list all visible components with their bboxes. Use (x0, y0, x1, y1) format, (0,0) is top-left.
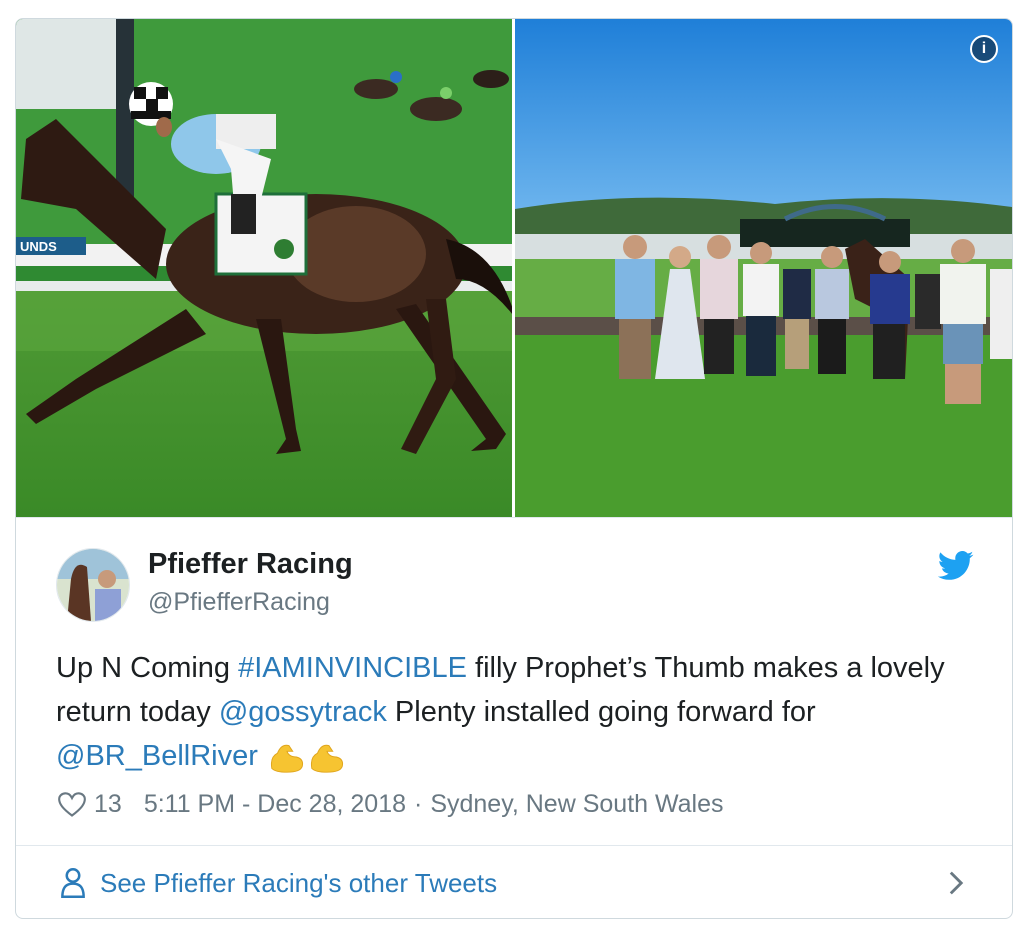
tweet-timestamp[interactable]: 5:11 PM - Dec 28, 2018 (144, 790, 406, 819)
tweet-media[interactable]: UNDS i (16, 19, 1012, 517)
see-other-tweets-label[interactable]: See Pfieffer Racing's other Tweets (100, 868, 497, 899)
horse-racing-illustration: UNDS (16, 19, 512, 517)
flexed-biceps-icon (310, 745, 343, 774)
info-icon[interactable]: i (970, 35, 998, 63)
tweet-text: Up N Coming #IAMINVINCIBLE filly Prophet… (56, 646, 976, 778)
person-icon (61, 868, 85, 898)
mention-link-bellriver[interactable]: @BR_BellRiver (56, 740, 258, 772)
horse-racing-photo[interactable]: UNDS (16, 19, 512, 517)
meta-separator: · (414, 790, 423, 818)
twitter-bird-icon[interactable] (938, 550, 974, 582)
avatar[interactable] (56, 548, 130, 622)
hashtag-link[interactable]: #IAMINVINCIBLE (238, 652, 467, 684)
mention-link-gossytrack[interactable]: @gossytrack (219, 696, 387, 728)
author-name[interactable]: Pfieffer Racing (148, 548, 353, 581)
svg-text:UNDS: UNDS (20, 239, 57, 254)
embedded-tweet-card[interactable]: UNDS i Pfieffer Racing @PfiefferRacing U… (15, 18, 1013, 919)
flexed-biceps-icon (270, 745, 303, 774)
like-count[interactable]: 13 (94, 790, 122, 819)
chevron-right-icon[interactable] (948, 870, 964, 896)
tweet-text-part3: Plenty installed going forward for (386, 696, 816, 728)
heart-icon[interactable] (58, 791, 86, 818)
tweet-body[interactable]: Pfieffer Racing @PfiefferRacing Up N Com… (16, 517, 1012, 844)
tweet-location[interactable]: Sydney, New South Wales (430, 790, 723, 819)
author-handle[interactable]: @PfiefferRacing (148, 588, 330, 617)
tweet-text-part1: Up N Coming (56, 652, 239, 684)
see-other-tweets-link[interactable]: See Pfieffer Racing's other Tweets (16, 845, 1012, 918)
winners-circle-photo[interactable]: i (515, 19, 1012, 517)
tweet-meta: 13 5:11 PM - Dec 28, 2018 · Sydney, New … (58, 790, 724, 819)
avatar-image (57, 549, 129, 621)
winners-group-illustration (515, 19, 1012, 517)
